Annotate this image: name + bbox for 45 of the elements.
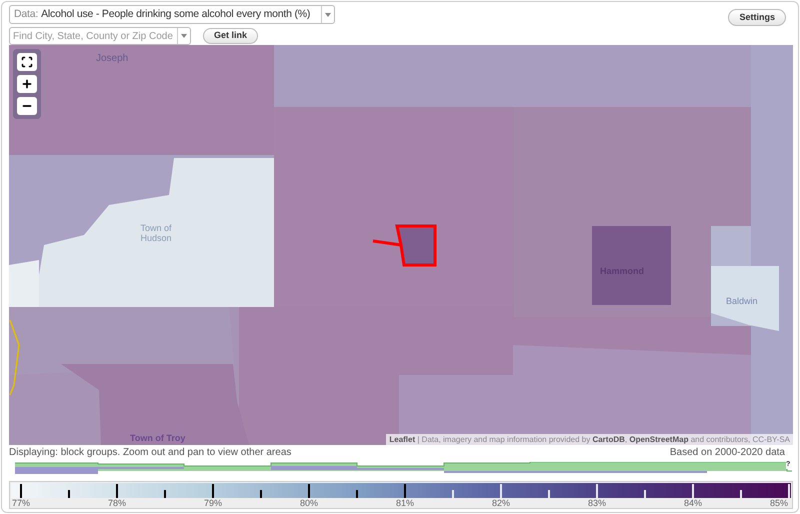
zoom-out-button[interactable] [17,97,37,115]
fullscreen-icon [21,56,33,68]
legend-tick [356,490,358,498]
fullscreen-button[interactable] [17,53,37,71]
place-label: Joseph [96,52,128,66]
legend-tick [596,484,598,498]
caret-icon [325,12,331,16]
legend-tick [164,490,166,498]
legend-tick [500,484,502,498]
legend-tick [20,484,22,498]
place-label: Baldwin [726,295,758,308]
display-status-text: Displaying: block groups. Zoom out and pan to view other areas [9,446,292,460]
legend-tick [260,490,262,498]
legend-tick [644,490,646,498]
legend-label: 84% [684,498,702,508]
legend-tick [788,484,790,498]
legend-label: 80% [300,498,318,508]
data-years-text: Based on 2000-2020 data [670,446,785,460]
zoom-in-icon [21,78,33,90]
get-link-button[interactable]: Get link [203,28,258,44]
legend-tick [740,490,742,498]
legend-label: 78% [108,498,126,508]
legend-tick [68,490,70,498]
legend-tick [212,484,214,498]
legend-label: 77% [12,498,30,508]
location-search-field[interactable]: Find City, State, County or Zip Code [9,27,191,45]
settings-button[interactable]: Settings [728,9,786,26]
data-value: Alcohol use - People drinking some alcohol every month (%) [41,6,310,22]
legend-tick [116,484,118,498]
legend-tick [452,490,454,498]
data-label: Data: [14,6,38,22]
attribution-text: Leaflet | Data, imagery and map information provided by CartoDB, OpenStreetMap and contributors, CC-BY-SA [386,434,793,445]
zoom-in-button[interactable] [17,75,37,93]
legend-label: 81% [396,498,414,508]
place-label: Town of Hudson [139,223,173,243]
data-select[interactable]: Data: Alcohol use - People drinking some alcohol every month (%) [9,5,335,24]
legend-tick [404,484,406,498]
legend-label: 79% [204,498,222,508]
legend-label: 85% [770,498,788,508]
legend-tick [308,484,310,498]
legend-label: 83% [588,498,606,508]
legend-tick [692,484,694,498]
legend-tick [548,490,550,498]
caret-icon [181,34,187,38]
legend-label: 82% [492,498,510,508]
